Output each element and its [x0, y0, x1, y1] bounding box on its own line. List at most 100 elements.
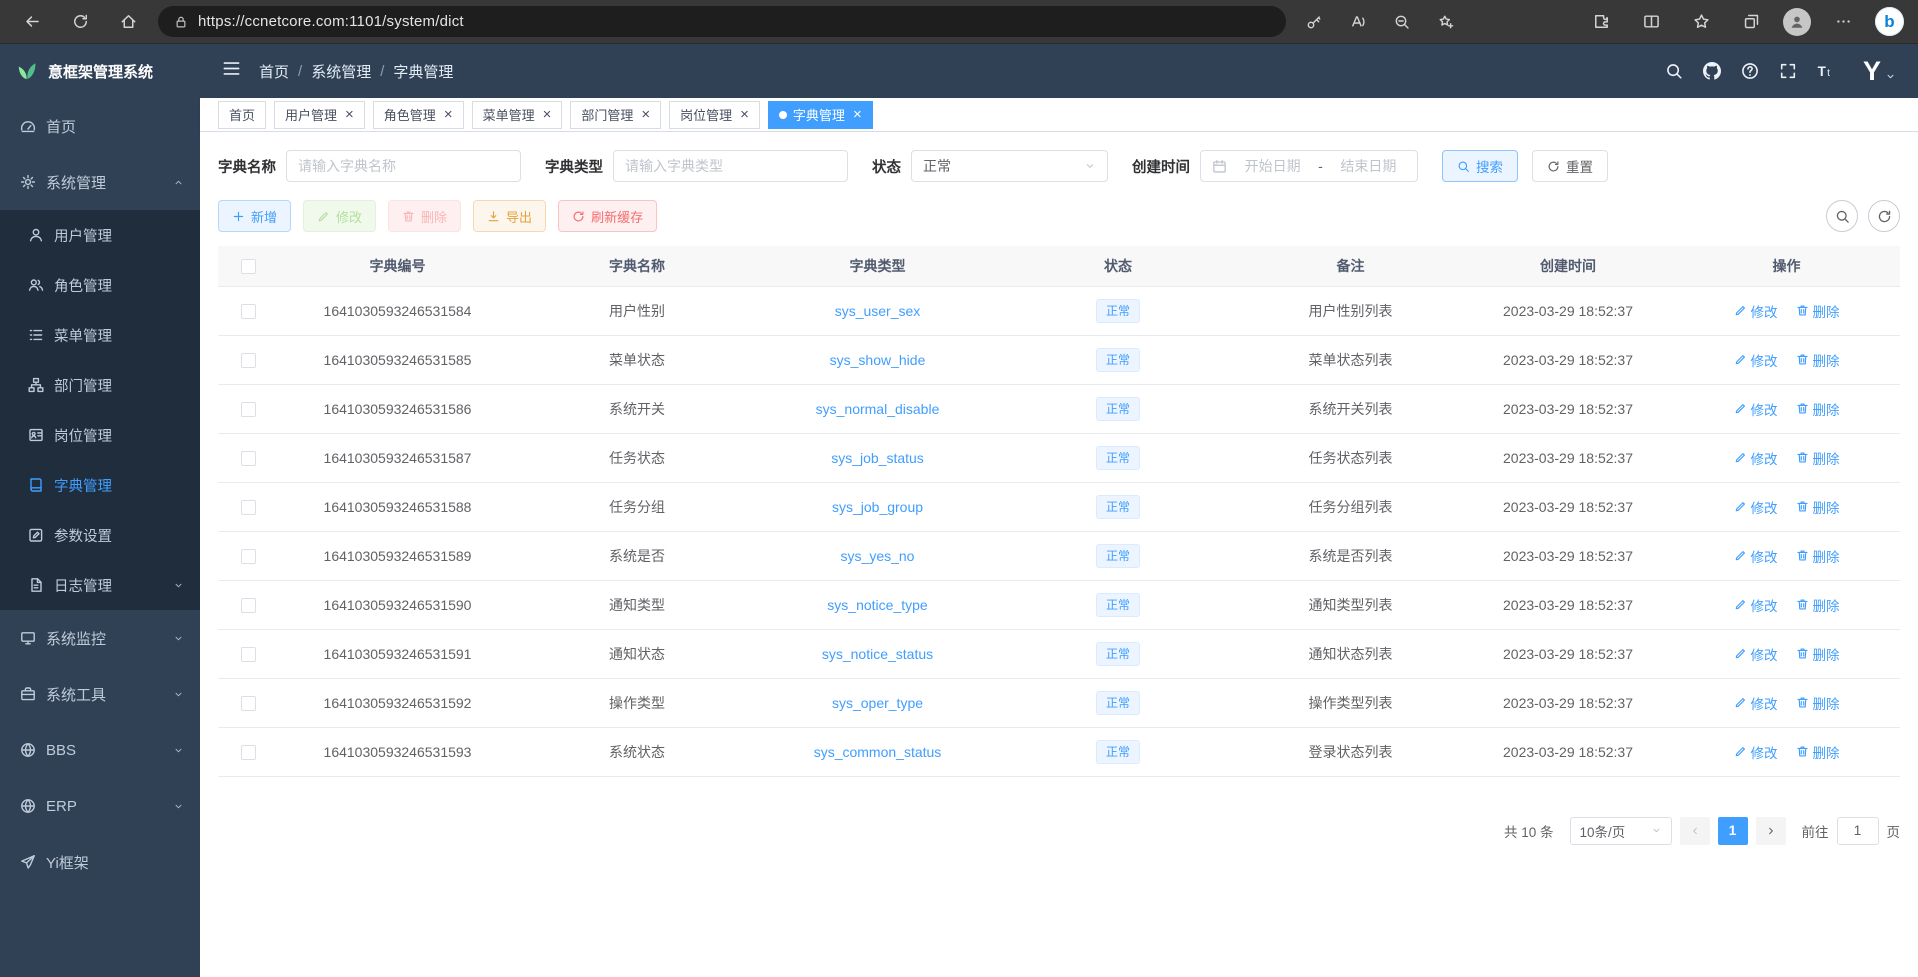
- close-icon[interactable]: ×: [444, 107, 453, 122]
- key-button[interactable]: [1296, 6, 1332, 38]
- row-delete-button[interactable]: 删除: [1796, 742, 1840, 762]
- edit-button[interactable]: 修改: [303, 200, 376, 232]
- search-button[interactable]: 搜索: [1442, 150, 1518, 182]
- page-size-select[interactable]: 10条/页: [1570, 817, 1672, 845]
- sidebar-item-yi-framework[interactable]: Yi框架: [0, 834, 200, 890]
- row-edit-button[interactable]: 修改: [1734, 742, 1778, 762]
- row-checkbox[interactable]: [241, 549, 256, 564]
- page-1-button[interactable]: 1: [1718, 817, 1748, 845]
- sidebar-item-system-monitor[interactable]: 系统监控: [0, 610, 200, 666]
- dict-type-link[interactable]: sys_notice_type: [827, 597, 927, 613]
- tab-dict-mgmt[interactable]: 字典管理×: [768, 101, 873, 129]
- sidebar-item-post-mgmt[interactable]: 岗位管理: [0, 410, 200, 460]
- row-edit-button[interactable]: 修改: [1734, 497, 1778, 517]
- sidebar-item-system-tools[interactable]: 系统工具: [0, 666, 200, 722]
- row-delete-button[interactable]: 删除: [1796, 546, 1840, 566]
- delete-button[interactable]: 删除: [388, 200, 461, 232]
- row-checkbox[interactable]: [241, 647, 256, 662]
- sidebar-item-param-settings[interactable]: 参数设置: [0, 510, 200, 560]
- row-delete-button[interactable]: 删除: [1796, 350, 1840, 370]
- row-delete-button[interactable]: 删除: [1796, 301, 1840, 321]
- row-delete-button[interactable]: 删除: [1796, 644, 1840, 664]
- read-aloud-button[interactable]: [1340, 6, 1376, 38]
- extensions-button[interactable]: [1583, 6, 1619, 38]
- sidebar-item-dict-mgmt[interactable]: 字典管理: [0, 460, 200, 510]
- tab-menu-mgmt[interactable]: 菜单管理×: [472, 101, 563, 129]
- sidebar-item-system-mgmt[interactable]: 系统管理: [0, 154, 200, 210]
- profile-avatar[interactable]: [1783, 8, 1811, 36]
- question-button[interactable]: [1735, 56, 1765, 86]
- tab-post-mgmt[interactable]: 岗位管理×: [669, 101, 760, 129]
- tab-dept-mgmt[interactable]: 部门管理×: [570, 101, 661, 129]
- zoom-out-button[interactable]: [1384, 6, 1420, 38]
- tab-user-mgmt[interactable]: 用户管理×: [274, 101, 365, 129]
- close-icon[interactable]: ×: [543, 107, 552, 122]
- row-edit-button[interactable]: 修改: [1734, 301, 1778, 321]
- breadcrumb-item[interactable]: 系统管理: [311, 61, 371, 82]
- dict-type-link[interactable]: sys_notice_status: [822, 646, 933, 662]
- refresh-table-button[interactable]: [1868, 200, 1900, 232]
- export-button[interactable]: 导出: [473, 200, 546, 232]
- sidebar-item-menu-mgmt[interactable]: 菜单管理: [0, 310, 200, 360]
- sidebar-item-log-mgmt[interactable]: 日志管理: [0, 560, 200, 610]
- row-delete-button[interactable]: 删除: [1796, 693, 1840, 713]
- date-range-picker[interactable]: 开始日期 - 结束日期: [1200, 150, 1418, 182]
- close-icon[interactable]: ×: [345, 107, 354, 122]
- more-button[interactable]: [1825, 6, 1861, 38]
- row-delete-button[interactable]: 删除: [1796, 448, 1840, 468]
- split-screen-button[interactable]: [1633, 6, 1669, 38]
- prev-page-button[interactable]: [1680, 817, 1710, 845]
- toggle-search-button[interactable]: [1826, 200, 1858, 232]
- row-edit-button[interactable]: 修改: [1734, 644, 1778, 664]
- row-edit-button[interactable]: 修改: [1734, 693, 1778, 713]
- user-logo[interactable]: Y: [1863, 58, 1896, 85]
- close-icon[interactable]: ×: [853, 107, 862, 122]
- dict-type-link[interactable]: sys_oper_type: [832, 695, 923, 711]
- dict-type-input[interactable]: [625, 158, 836, 174]
- row-edit-button[interactable]: 修改: [1734, 546, 1778, 566]
- sidebar-toggle-button[interactable]: [222, 59, 241, 83]
- add-button[interactable]: 新增: [218, 200, 291, 232]
- sidebar-item-role-mgmt[interactable]: 角色管理: [0, 260, 200, 310]
- browser-home-button[interactable]: [110, 6, 146, 38]
- row-checkbox[interactable]: [241, 696, 256, 711]
- breadcrumb-item[interactable]: 字典管理: [393, 61, 453, 82]
- close-icon[interactable]: ×: [740, 107, 749, 122]
- dict-type-link[interactable]: sys_common_status: [814, 744, 942, 760]
- row-delete-button[interactable]: 删除: [1796, 595, 1840, 615]
- sidebar-item-erp[interactable]: ERP: [0, 778, 200, 834]
- select-all-checkbox[interactable]: [241, 259, 256, 274]
- row-edit-button[interactable]: 修改: [1734, 399, 1778, 419]
- row-delete-button[interactable]: 删除: [1796, 497, 1840, 517]
- collections-button[interactable]: [1733, 6, 1769, 38]
- breadcrumb-item[interactable]: 首页: [259, 61, 289, 82]
- row-delete-button[interactable]: 删除: [1796, 399, 1840, 419]
- dict-name-input[interactable]: [298, 158, 509, 174]
- search-button[interactable]: [1659, 56, 1689, 86]
- tab-role-mgmt[interactable]: 角色管理×: [373, 101, 464, 129]
- bing-icon[interactable]: b: [1875, 7, 1904, 36]
- sidebar-item-home[interactable]: 首页: [0, 98, 200, 154]
- status-select[interactable]: 正常: [911, 150, 1108, 182]
- sidebar-item-bbs[interactable]: BBS: [0, 722, 200, 778]
- row-checkbox[interactable]: [241, 451, 256, 466]
- sidebar-item-user-mgmt[interactable]: 用户管理: [0, 210, 200, 260]
- font-size-button[interactable]: Tt: [1811, 56, 1841, 86]
- goto-page-input[interactable]: [1837, 817, 1879, 845]
- tab-home[interactable]: 首页: [218, 101, 266, 129]
- dict-type-link[interactable]: sys_job_status: [831, 450, 924, 466]
- star-add-button[interactable]: [1428, 6, 1464, 38]
- row-checkbox[interactable]: [241, 402, 256, 417]
- next-page-button[interactable]: [1756, 817, 1786, 845]
- browser-refresh-button[interactable]: [62, 6, 98, 38]
- row-checkbox[interactable]: [241, 353, 256, 368]
- sidebar-item-dept-mgmt[interactable]: 部门管理: [0, 360, 200, 410]
- row-checkbox[interactable]: [241, 745, 256, 760]
- dict-type-link[interactable]: sys_user_sex: [835, 303, 921, 319]
- favorites-button[interactable]: [1683, 6, 1719, 38]
- row-checkbox[interactable]: [241, 598, 256, 613]
- row-checkbox[interactable]: [241, 500, 256, 515]
- dict-type-link[interactable]: sys_show_hide: [830, 352, 926, 368]
- row-edit-button[interactable]: 修改: [1734, 595, 1778, 615]
- refresh-cache-button[interactable]: 刷新缓存: [558, 200, 657, 232]
